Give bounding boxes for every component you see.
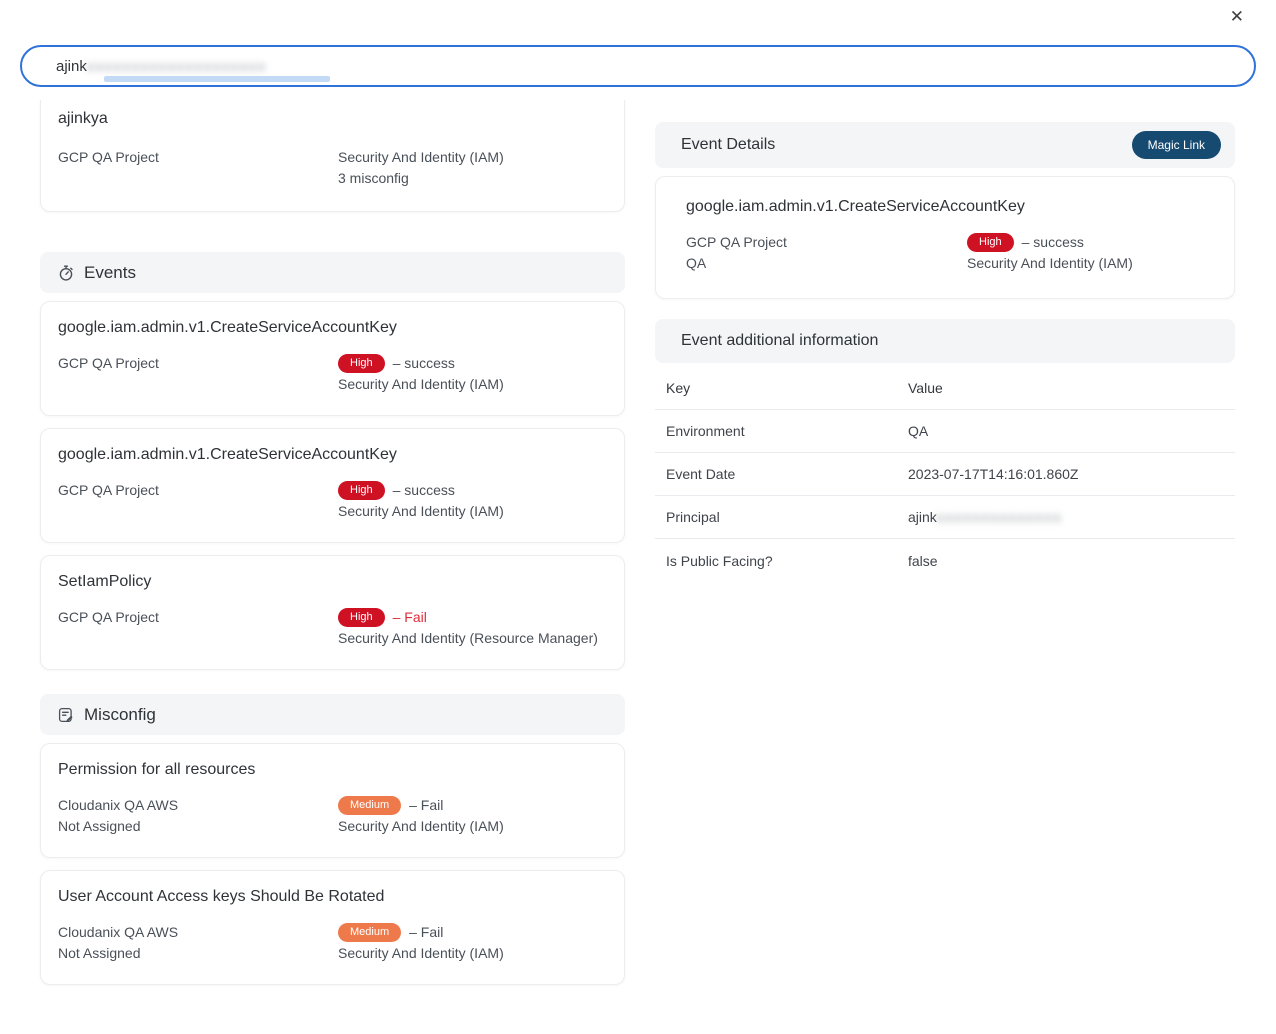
event-details-environment: QA <box>686 253 967 274</box>
search-selection-underline <box>104 76 330 82</box>
row-value: QA <box>908 423 1235 439</box>
row-value: ajinkxxxxxxxxxxxxxx <box>908 509 1235 525</box>
search-value-redacted: xxxxxxxxxxxxxxxxxxxx <box>87 58 311 74</box>
misconfig-category: Security And Identity (IAM) <box>338 816 607 837</box>
event-category: Security And Identity (Resource Manager) <box>338 628 607 649</box>
misconfig-status: – Fail <box>409 922 443 943</box>
severity-badge: High <box>338 354 385 373</box>
misconfig-result-card[interactable]: Permission for all resources Cloudanix Q… <box>40 743 625 858</box>
event-status: – Fail <box>393 607 427 628</box>
event-account: GCP QA Project <box>58 480 338 522</box>
identity-result-card[interactable]: ajinkya GCP QA Project Security And Iden… <box>40 100 625 212</box>
search-value-visible: ajink <box>56 58 87 75</box>
event-category: Security And Identity (IAM) <box>338 501 607 522</box>
event-title: google.iam.admin.v1.CreateServiceAccount… <box>58 445 607 465</box>
search-input[interactable]: ajinkxxxxxxxxxxxxxxxxxxxx <box>20 45 1256 87</box>
event-status: – success <box>393 480 455 501</box>
misconfig-assignee: Not Assigned <box>58 816 338 837</box>
column-header-value: Value <box>908 380 1235 396</box>
event-title: google.iam.admin.v1.CreateServiceAccount… <box>58 318 607 338</box>
row-key: Event Date <box>666 466 908 482</box>
row-key: Is Public Facing? <box>666 553 908 569</box>
misconfig-result-card[interactable]: User Account Access keys Should Be Rotat… <box>40 870 625 985</box>
table-row: Principal ajinkxxxxxxxxxxxxxx <box>655 496 1235 539</box>
identity-category: Security And Identity (IAM) <box>338 147 607 168</box>
row-value: 2023-07-17T14:16:01.860Z <box>908 466 1235 482</box>
row-value: false <box>908 553 1235 569</box>
row-key: Principal <box>666 509 908 525</box>
severity-badge: High <box>338 608 385 627</box>
event-details-account: GCP QA Project <box>686 232 967 253</box>
misconfig-account: Cloudanix QA AWS <box>58 795 338 816</box>
severity-badge: High <box>338 481 385 500</box>
event-result-card[interactable]: SetIamPolicy GCP QA Project High – Fail … <box>40 555 625 670</box>
severity-badge: Medium <box>338 796 401 815</box>
events-section-title: Events <box>84 263 136 283</box>
close-icon[interactable]: ✕ <box>1228 5 1246 29</box>
event-status: – success <box>393 353 455 374</box>
misconfig-section-title: Misconfig <box>84 705 156 725</box>
event-details-card: google.iam.admin.v1.CreateServiceAccount… <box>655 176 1235 299</box>
misconfig-section-header: Misconfig <box>40 694 625 735</box>
severity-badge: Medium <box>338 923 401 942</box>
identity-title: ajinkya <box>58 109 607 129</box>
additional-info-table: Key Value Environment QA Event Date 2023… <box>655 367 1235 582</box>
misconfig-status: – Fail <box>409 795 443 816</box>
event-details-event-title: google.iam.admin.v1.CreateServiceAccount… <box>686 197 1204 217</box>
checklist-pencil-icon <box>57 706 75 724</box>
magic-link-button[interactable]: Magic Link <box>1132 131 1221 159</box>
event-title: SetIamPolicy <box>58 572 607 592</box>
table-header-row: Key Value <box>655 367 1235 410</box>
event-result-card[interactable]: google.iam.admin.v1.CreateServiceAccount… <box>40 301 625 416</box>
event-category: Security And Identity (IAM) <box>338 374 607 395</box>
additional-info-header: Event additional information <box>655 319 1235 363</box>
misconfig-title: User Account Access keys Should Be Rotat… <box>58 887 607 907</box>
identity-account: GCP QA Project <box>58 147 338 189</box>
column-header-key: Key <box>666 380 908 396</box>
identity-misconfig-count: 3 misconfig <box>338 168 607 189</box>
search-results-column: ajinkya GCP QA Project Security And Iden… <box>40 100 625 997</box>
event-details-header: Event Details Magic Link <box>655 122 1235 168</box>
event-details-category: Security And Identity (IAM) <box>967 253 1204 274</box>
misconfig-account: Cloudanix QA AWS <box>58 922 338 943</box>
events-section-header: Events <box>40 252 625 293</box>
event-details-panel: Event Details Magic Link google.iam.admi… <box>655 122 1235 582</box>
table-row: Environment QA <box>655 410 1235 453</box>
table-row: Event Date 2023-07-17T14:16:01.860Z <box>655 453 1235 496</box>
severity-badge: High <box>967 233 1014 252</box>
event-details-status: – success <box>1022 232 1084 253</box>
row-key: Environment <box>666 423 908 439</box>
principal-redacted: xxxxxxxxxxxxxx <box>937 509 1087 525</box>
event-account: GCP QA Project <box>58 353 338 395</box>
event-result-card[interactable]: google.iam.admin.v1.CreateServiceAccount… <box>40 428 625 543</box>
misconfig-title: Permission for all resources <box>58 760 607 780</box>
event-account: GCP QA Project <box>58 607 338 649</box>
misconfig-assignee: Not Assigned <box>58 943 338 964</box>
table-row: Is Public Facing? false <box>655 539 1235 582</box>
additional-info-title: Event additional information <box>681 332 878 350</box>
event-details-title: Event Details <box>681 136 775 154</box>
stopwatch-icon <box>57 264 75 282</box>
misconfig-category: Security And Identity (IAM) <box>338 943 607 964</box>
principal-visible: ajink <box>908 509 937 525</box>
